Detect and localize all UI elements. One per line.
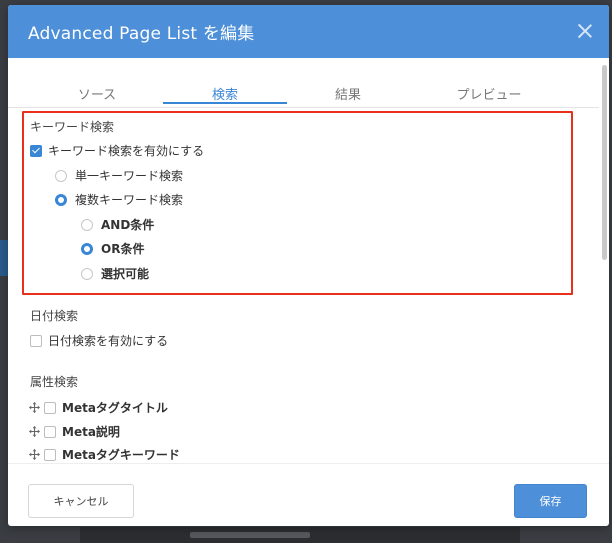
date-enable-label: 日付検索を有効にする: [48, 334, 169, 348]
date-enable-option[interactable]: 日付検索を有効にする: [30, 332, 168, 349]
move-handle-icon[interactable]: [28, 448, 41, 461]
date-search-title: 日付検索: [30, 309, 79, 323]
tab-search[interactable]: 検索: [205, 84, 245, 103]
move-handle-icon[interactable]: [28, 425, 41, 438]
attribute-item[interactable]: Meta説明: [28, 423, 120, 440]
attribute-label: Meta説明: [62, 425, 120, 439]
tabs-divider: [8, 107, 599, 108]
attribute-item[interactable]: Metaタグタイトル: [28, 399, 168, 416]
attribute-search-title: 属性検索: [30, 375, 79, 389]
edit-dialog: Advanced Page List を編集 ソース 検索 結果 プレビュー キ…: [8, 5, 609, 526]
attribute-checkbox[interactable]: [44, 401, 56, 414]
highlight-annotation: [22, 111, 573, 295]
scrollbar-thumb[interactable]: [602, 65, 607, 260]
cancel-button[interactable]: キャンセル: [28, 484, 134, 518]
footer-divider: [8, 463, 609, 464]
background-text: [190, 532, 310, 538]
dialog-header: Advanced Page List を編集: [8, 5, 609, 58]
close-icon[interactable]: [575, 21, 595, 41]
attribute-item[interactable]: Metaタグキーワード: [28, 446, 180, 463]
tab-results[interactable]: 結果: [328, 84, 368, 103]
date-enable-checkbox[interactable]: [30, 334, 42, 347]
attribute-checkbox[interactable]: [44, 448, 56, 461]
attribute-label: Metaタグキーワード: [62, 448, 180, 462]
dialog-title: Advanced Page List を編集: [28, 24, 255, 44]
attribute-label: Metaタグタイトル: [62, 401, 168, 415]
tab-bar: ソース 検索 結果 プレビュー: [8, 58, 609, 108]
attribute-checkbox[interactable]: [44, 425, 56, 438]
background-panel: [0, 240, 8, 276]
tab-source[interactable]: ソース: [77, 84, 117, 103]
active-tab-indicator: [163, 102, 287, 104]
save-button[interactable]: 保存: [514, 484, 587, 518]
move-handle-icon[interactable]: [28, 401, 41, 414]
tab-preview[interactable]: プレビュー: [454, 84, 524, 103]
